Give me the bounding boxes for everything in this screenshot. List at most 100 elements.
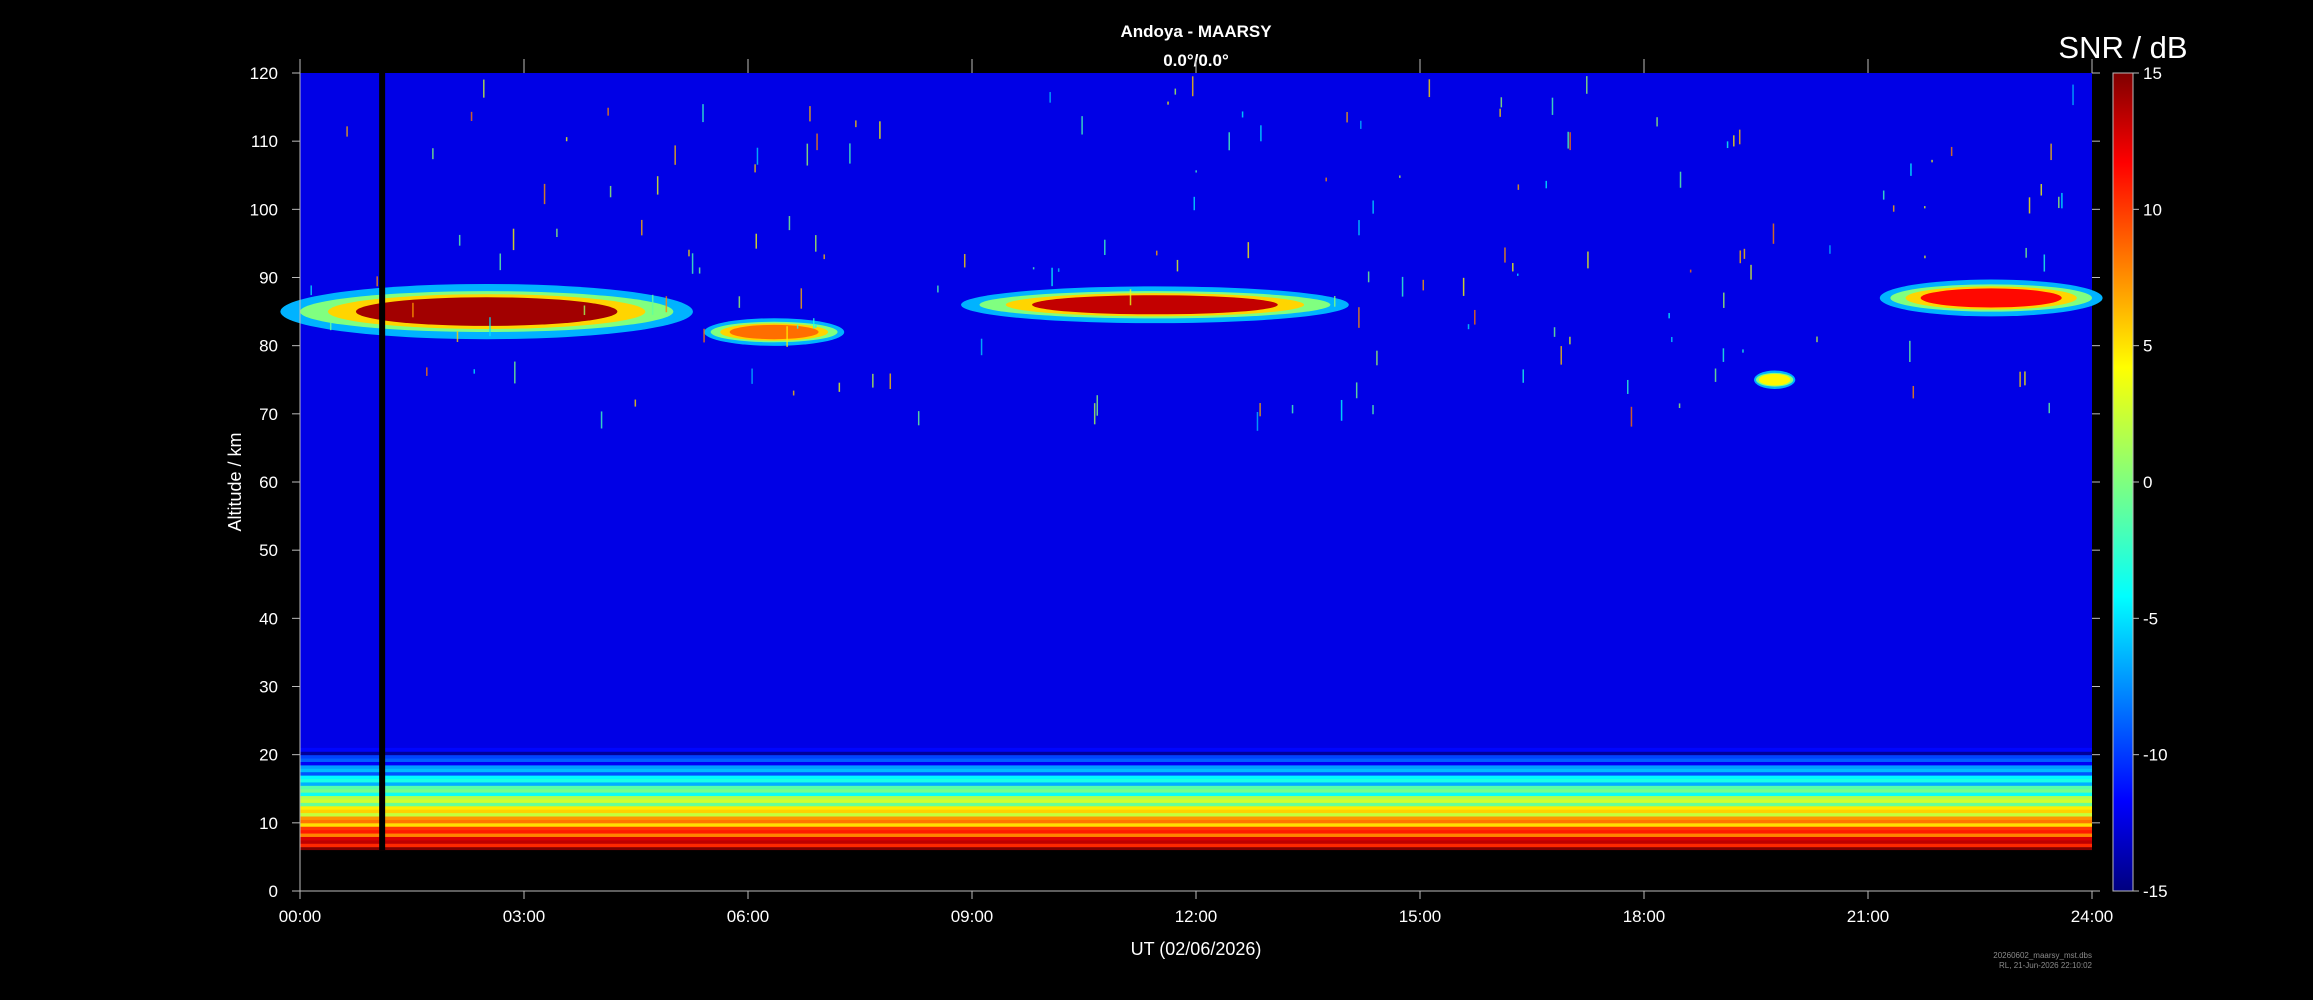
colorbar-tick-label: 15 [2143, 64, 2162, 83]
no-data-region [300, 850, 2092, 891]
speckle [2061, 192, 2063, 209]
speckle [2028, 197, 2031, 214]
speckle [310, 285, 312, 296]
speckle [1656, 117, 1658, 127]
speckle [1627, 379, 1629, 394]
speckle [1569, 336, 1571, 345]
speckle [815, 324, 817, 328]
speckle [1950, 146, 1953, 157]
speckle [812, 318, 815, 329]
speckle [1671, 336, 1673, 343]
speckle [698, 267, 701, 274]
speckle [738, 296, 741, 308]
speckle [1553, 327, 1556, 337]
speckle [1358, 307, 1360, 328]
speckle [651, 294, 654, 315]
speckle [1679, 171, 1682, 188]
speckle [2048, 402, 2051, 414]
x-tick-label: 21:00 [1847, 907, 1890, 926]
speckle [1474, 309, 1476, 325]
speckle [788, 216, 791, 231]
speckle [456, 330, 459, 342]
speckle [889, 373, 892, 390]
speckle [1428, 79, 1431, 98]
troposphere-band [300, 822, 2092, 827]
speckle [1399, 175, 1401, 178]
footer-filename: 20260602_maarsy_mst.dbs [1993, 951, 2092, 960]
speckle [1467, 324, 1470, 330]
speckle [1772, 223, 1775, 244]
speckle [1247, 242, 1250, 259]
speckle [1422, 279, 1425, 291]
speckle [1500, 97, 1503, 108]
speckle [1882, 190, 1885, 200]
troposphere-band [300, 754, 2092, 759]
troposphere-band [300, 826, 2092, 831]
speckle [426, 367, 428, 376]
footer-timestamp: RL, 21-Jun-2026 22:10:02 [1999, 961, 2093, 970]
speckle [1291, 404, 1294, 414]
troposphere-band [300, 788, 2092, 793]
speckle [1738, 129, 1741, 145]
speckle [412, 302, 414, 318]
speckle [1668, 313, 1670, 319]
troposphere-band [300, 792, 2092, 797]
speckle [1742, 349, 1744, 353]
speckle [1228, 132, 1230, 151]
speckle [1816, 336, 1818, 343]
speckle [756, 147, 759, 165]
troposphere-band [300, 846, 2092, 851]
speckle [816, 133, 818, 151]
troposphere-band [300, 771, 2092, 776]
speckle [1167, 101, 1169, 105]
speckle [1191, 76, 1194, 97]
speckle [1333, 296, 1336, 307]
speckle [755, 233, 758, 249]
speckle [543, 183, 546, 205]
speckle [809, 106, 811, 122]
colorbar-tick-label: -5 [2143, 609, 2158, 628]
speckle [1057, 268, 1060, 272]
speckle [1193, 196, 1196, 211]
troposphere-band [300, 819, 2092, 824]
speckle [980, 338, 983, 356]
plot-area [280, 73, 2103, 891]
speckle [1176, 259, 1179, 272]
speckle [1743, 248, 1746, 259]
speckle [1678, 403, 1681, 409]
speckle [872, 373, 874, 388]
speckle [1726, 141, 1729, 149]
speckle [458, 234, 461, 246]
speckle [2050, 143, 2052, 161]
speckle [754, 164, 756, 173]
troposphere-band [300, 805, 2092, 810]
y-tick-label: 70 [259, 405, 278, 424]
colorbar-tick-label: 5 [2143, 337, 2152, 356]
data-gap-line [379, 73, 386, 851]
speckle [1360, 120, 1362, 129]
speckle [1931, 159, 1933, 163]
echo-layer [1032, 295, 1278, 315]
y-axis-label: Altitude / km [225, 432, 245, 531]
speckle [489, 317, 491, 337]
speckle [691, 253, 694, 274]
speckle [1829, 245, 1831, 254]
troposphere-band [300, 751, 2092, 756]
speckle [2025, 247, 2027, 258]
troposphere-band [300, 778, 2092, 783]
speckle [1367, 271, 1370, 283]
speckle [703, 328, 705, 343]
troposphere-band [300, 809, 2092, 814]
speckle [1512, 263, 1514, 272]
troposphere-band [300, 829, 2092, 834]
colorbar-tick-label: 10 [2143, 200, 2162, 219]
speckle [855, 120, 857, 128]
speckle [1346, 112, 1348, 123]
speckle [2058, 196, 2060, 209]
speckle [483, 79, 485, 98]
speckle [751, 368, 753, 384]
speckle [1912, 385, 1915, 399]
speckle [514, 361, 516, 384]
speckle [600, 411, 603, 429]
chart-title: Andoya - MAARSY [1120, 22, 1272, 41]
